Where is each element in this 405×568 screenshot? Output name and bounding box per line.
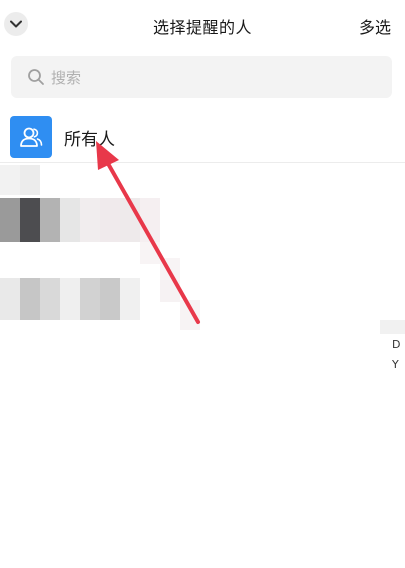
header: 选择提醒的人 多选	[0, 0, 405, 50]
blur-block	[0, 198, 20, 242]
group-avatar-icon	[20, 127, 43, 147]
page-title: 选择提醒的人	[152, 18, 252, 37]
blur-block	[40, 198, 60, 242]
search-input[interactable]: 搜索	[11, 56, 392, 98]
blur-block	[80, 278, 100, 320]
blur-block	[20, 165, 40, 195]
index-letter[interactable]: Y	[392, 358, 399, 371]
blur-block	[140, 242, 160, 264]
list-item-everyone[interactable]: 所有人	[0, 108, 405, 162]
blur-block	[60, 278, 80, 320]
blur-block	[0, 278, 20, 320]
blur-block	[100, 278, 120, 320]
blur-block	[60, 198, 80, 242]
blur-block	[100, 198, 120, 242]
blur-block	[380, 320, 405, 334]
blur-block	[80, 198, 100, 242]
multi-select-button[interactable]: 多选	[359, 14, 391, 38]
index-letter[interactable]: D	[392, 338, 400, 351]
divider	[0, 162, 405, 163]
blur-block	[160, 280, 180, 302]
blur-block	[20, 198, 40, 242]
blur-block	[0, 165, 20, 195]
blur-block	[120, 198, 140, 242]
search-icon	[27, 68, 45, 86]
blur-block	[160, 258, 180, 280]
blur-block	[180, 300, 200, 330]
avatar	[10, 116, 52, 158]
blur-block	[120, 278, 140, 320]
blur-block	[140, 198, 160, 242]
blur-block	[20, 278, 40, 320]
search-placeholder: 搜索	[51, 68, 82, 87]
mention-picker-screen: 选择提醒的人 多选 搜索 所有人 D Y	[0, 0, 405, 568]
everyone-label: 所有人	[64, 130, 115, 150]
blur-block	[40, 278, 60, 320]
